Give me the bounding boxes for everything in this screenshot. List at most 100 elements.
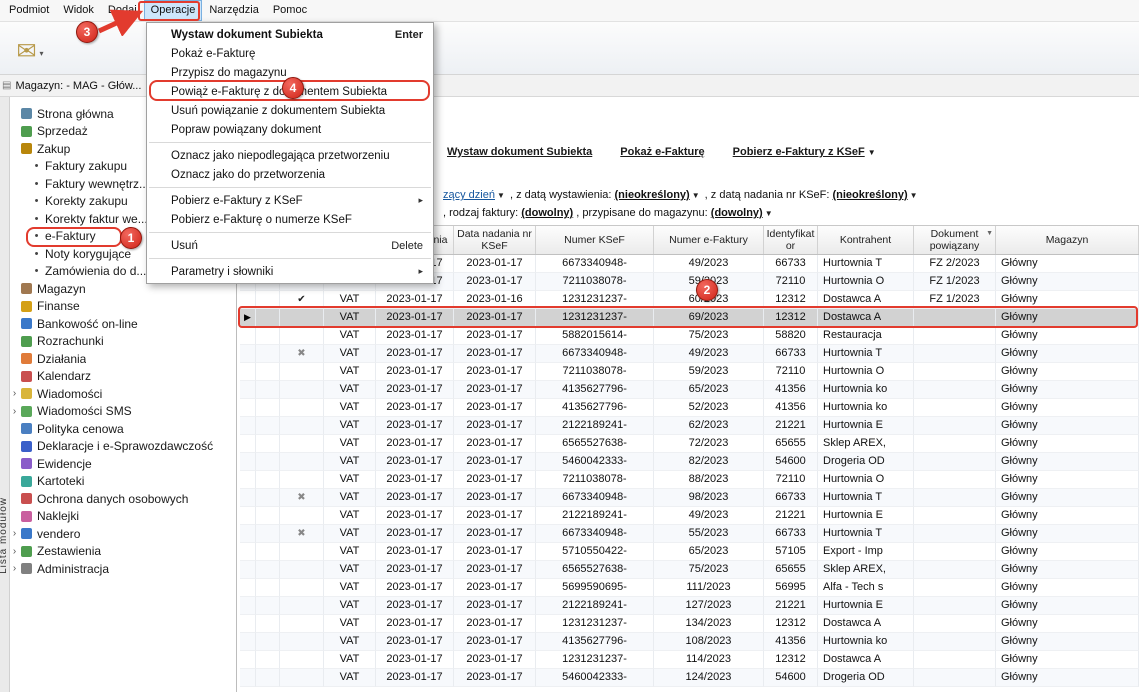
cell-data-pobrania: 2023-01-17 [376,327,454,345]
sidebar-item-finanse[interactable]: Finanse [10,298,236,316]
cell-numer-efaktury: 114/2023 [654,651,764,669]
sidebar-item-vendero[interactable]: ›vendero [10,525,236,543]
menu-item-parametry-i-s-owniki[interactable]: Parametry i słowniki▸ [147,262,433,281]
sidebar-item-ewidencje[interactable]: Ewidencje [10,455,236,473]
chevron-down-icon: ▼ [497,191,505,200]
cell-data-pobrania: 2023-01-17 [376,525,454,543]
table-row[interactable]: VAT2023-01-172023-01-177211038078-88/202… [240,471,1139,489]
menu-item-oznacz-jako-do-przetworzenia[interactable]: Oznacz jako do przetworzenia [147,165,433,184]
sidebar-item-administracja[interactable]: ›Administracja [10,560,236,578]
sidebar-item-kartoteki[interactable]: Kartoteki [10,473,236,491]
menu-item-usu-powi-zanie-z-dokumentem-subiekta[interactable]: Usuń powiązanie z dokumentem Subiekta [147,101,433,120]
cell-checkbox [256,669,280,687]
links-bar: Wystaw dokument Subiekta Pokaż e-Fakturę P… [447,146,876,158]
sidebar-item-ochrona-danych-osobowych[interactable]: Ochrona danych osobowych [10,490,236,508]
menu-item-pobierz-e-faktury-z-ksef[interactable]: Pobierz e-Faktury z KSeF▸ [147,191,433,210]
link-wystaw-dokument-subiekta[interactable]: Wystaw dokument Subiekta [447,146,592,158]
table-row[interactable]: VAT2023-01-172023-01-175460042333-82/202… [240,453,1139,471]
table-row[interactable]: VAT2023-01-172023-01-175710550422-65/202… [240,543,1139,561]
column-header-kontrahent[interactable]: Kontrahent [818,226,914,254]
sidebar-item-dzia-ania[interactable]: Działania [10,350,236,368]
filter-value[interactable]: (nieokreślony) [615,189,690,201]
sidebar-item-kalendarz[interactable]: Kalendarz [10,368,236,386]
column-header-data-nadania-nr-ksef[interactable]: Data nadania nr KSeF [454,226,536,254]
filter-value[interactable]: (nieokreślony) [832,189,907,201]
column-header-magazyn[interactable]: Magazyn [996,226,1139,254]
cell-identyfikator: 58820 [764,327,818,345]
cell-data-nadania: 2023-01-17 [454,543,536,561]
table-row[interactable]: VAT2023-01-172023-01-172122189241-62/202… [240,417,1139,435]
menubar-item-widok[interactable]: Widok [56,0,101,21]
cell-data-nadania: 2023-01-17 [454,507,536,525]
menu-separator [149,232,431,233]
sidebar-item-zestawienia[interactable]: ›Zestawienia [10,543,236,561]
column-header-numer-e-faktury[interactable]: Numer e-Faktury [654,226,764,254]
menubar-item-operacje[interactable]: Operacje [144,0,203,21]
cell-row-indicator [240,633,256,651]
filter-link[interactable]: zący dzień [443,189,495,201]
cell-kontrahent: Hurtownia E [818,597,914,615]
menu-item-popraw-powi-zany-dokument[interactable]: Popraw powiązany dokument [147,120,433,139]
table-row[interactable]: VAT2023-01-172023-01-176565527638-72/202… [240,435,1139,453]
menu-item-oznacz-jako-niepodlegaj-ca-przetworzeniu[interactable]: Oznacz jako niepodlegająca przetworzeniu [147,146,433,165]
table-row[interactable]: VAT2023-01-172023-01-172122189241-127/20… [240,597,1139,615]
sidebar-item-bankowo-on-line[interactable]: Bankowość on-line [10,315,236,333]
cell-kontrahent: Hurtownia E [818,417,914,435]
link-poka-e-faktur[interactable]: Pokaż e-Fakturę [620,146,704,158]
table-row[interactable]: ✔VAT2023-01-172023-01-161231231237-60/20… [240,291,1139,309]
menu-item-pobierz-e-faktur-o-numerze-ksef[interactable]: Pobierz e-Fakturę o numerze KSeF [147,210,433,229]
bullet-icon: • [31,160,42,172]
menubar-item-podmiot[interactable]: Podmiot [2,0,56,21]
filter-value[interactable]: (dowolny) [711,207,763,219]
menubar-item-pomoc[interactable]: Pomoc [266,0,314,21]
menubar-item-narz-dzia[interactable]: Narzędzia [202,0,266,21]
table-row[interactable]: VAT2023-01-172023-01-177211038078-59/202… [240,363,1139,381]
table-row[interactable]: VAT2023-01-172023-01-174135627796-52/202… [240,399,1139,417]
sidebar-item-wiadomo-ci[interactable]: ›Wiadomości [10,385,236,403]
menu-item-poka-e-faktur[interactable]: Pokaż e-Fakturę [147,44,433,63]
cell-status [280,309,324,327]
magazyn-selector[interactable]: Magazyn: - MAG - Głów... ▾ [15,80,151,92]
menu-item-usu[interactable]: UsuńDelete [147,236,433,255]
table-row[interactable]: VAT2023-01-172023-01-174135627796-108/20… [240,633,1139,651]
module-strip[interactable]: Lista modułów [0,97,10,692]
cell-status [280,507,324,525]
table-row[interactable]: VAT2023-01-172023-01-171231231237-134/20… [240,615,1139,633]
sidebar-item-label: Faktury zakupu [45,159,127,173]
link-pobierz-e-faktury-z-ksef[interactable]: Pobierz e-Faktury z KSeF▼ [733,146,876,158]
cell-row-indicator [240,381,256,399]
menu-item-wystaw-dokument-subiekta[interactable]: Wystaw dokument SubiektaEnter [147,25,433,44]
sidebar-item-rozrachunki[interactable]: Rozrachunki [10,333,236,351]
table-row[interactable]: VAT2023-01-172023-01-175460042333-124/20… [240,669,1139,687]
sidebar-item-naklejki[interactable]: Naklejki [10,508,236,526]
sidebar-item-polityka-cenowa[interactable]: Polityka cenowa [10,420,236,438]
filter-value[interactable]: (dowolny) [521,207,573,219]
table-row[interactable]: VAT2023-01-172023-01-176565527638-75/202… [240,561,1139,579]
cell-numer-efaktury: 108/2023 [654,633,764,651]
cell-dokument-powiazany [914,309,996,327]
table-row[interactable]: VAT2023-01-172023-01-175882015614-75/202… [240,327,1139,345]
sidebar-item-deklaracje-i-e-sprawozdawczo[interactable]: Deklaracje i e-Sprawozdawczość [10,438,236,456]
column-header-numer-ksef[interactable]: Numer KSeF [536,226,654,254]
table-row[interactable]: VAT2023-01-172023-01-171231231237-114/20… [240,651,1139,669]
submenu-arrow-icon: ▸ [418,266,423,277]
table-row[interactable]: VAT2023-01-172023-01-175699590695-111/20… [240,579,1139,597]
send-efaktura-button[interactable]: ✉ ▾ [8,27,52,69]
cell-numer-ksef: 5710550422- [536,543,654,561]
expander-icon[interactable]: › [10,563,19,574]
column-header-dokument-powi-zany[interactable]: Dokument powiązany▼ [914,226,996,254]
expander-icon[interactable]: › [10,546,19,557]
column-header-identyfikator[interactable]: Identyfikator [764,226,818,254]
table-row[interactable]: ✖VAT2023-01-172023-01-176673340948-98/20… [240,489,1139,507]
sidebar-item-wiadomo-ci-sms[interactable]: ›Wiadomości SMS [10,403,236,421]
expander-icon[interactable]: › [10,406,19,417]
table-row[interactable]: ▶VAT2023-01-172023-01-171231231237-69/20… [240,309,1139,327]
table-row[interactable]: VAT2023-01-172023-01-172122189241-49/202… [240,507,1139,525]
expander-icon[interactable]: › [10,388,19,399]
table-row[interactable]: ✖VAT2023-01-172023-01-176673340948-49/20… [240,345,1139,363]
menubar-item-dodaj[interactable]: Dodaj [101,0,144,21]
table-row[interactable]: VAT2023-01-172023-01-174135627796-65/202… [240,381,1139,399]
expander-icon[interactable]: › [10,528,19,539]
cell-magazyn: Główny [996,651,1139,669]
table-row[interactable]: ✖VAT2023-01-172023-01-176673340948-55/20… [240,525,1139,543]
